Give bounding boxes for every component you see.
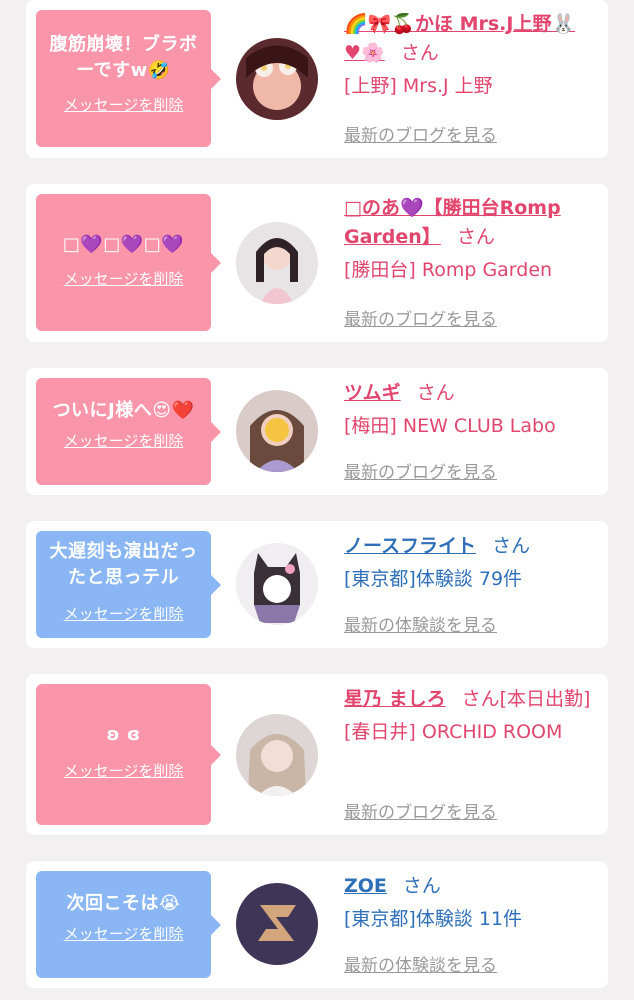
message-bubble: 腹筋崩壊！ブラボーですw🤣 メッセージを削除 — [36, 10, 221, 147]
honorific: さん — [456, 226, 495, 248]
message-bubble: 大遅刻も演出だったと思っテル メッセージを削除 — [36, 531, 221, 638]
avatar[interactable] — [236, 38, 318, 120]
profile-name-link[interactable]: ノースフライト — [344, 535, 476, 557]
profile-info: ノースフライト さん [東京都]体験談 79件 — [344, 531, 592, 594]
avatar[interactable] — [236, 543, 318, 625]
latest-blog-link[interactable]: 最新のブログを見る — [344, 305, 497, 330]
message-card: ついにJ様へ😍❤️ メッセージを削除 ツムギ さん [梅田] NEW CLUB L… — [26, 368, 608, 495]
profile-info: ツムギ さん [梅田] NEW CLUB Labo — [344, 378, 592, 441]
message-bubble: ʚ ɞ メッセージを削除 — [36, 684, 221, 825]
delete-message-link[interactable]: メッセージを削除 — [64, 430, 184, 451]
profile-name-link[interactable]: □のあ💜【勝田台Romp Garden】 — [344, 197, 561, 248]
profile-info: ZOE さん [東京都]体験談 11件 — [344, 871, 592, 934]
avatar[interactable] — [236, 714, 318, 796]
store-name: [梅田] NEW CLUB Labo — [344, 415, 556, 437]
honorific: さん — [416, 382, 455, 404]
store-name: [東京都]体験談 79件 — [344, 568, 523, 590]
message-text: ついにJ様へ😍❤️ — [52, 400, 195, 421]
latest-blog-link[interactable]: 最新のブログを見る — [344, 458, 497, 483]
message-text: ʚ ɞ — [106, 724, 141, 745]
profile-name-link[interactable]: 星乃 ましろ — [344, 688, 446, 710]
honorific: さん — [402, 875, 441, 897]
store-name: [東京都]体験談 11件 — [344, 908, 523, 930]
delete-message-link[interactable]: メッセージを削除 — [64, 94, 184, 115]
profile-name-link[interactable]: 🌈🎀🍒かほ Mrs.J上野🐰♥🌸 — [344, 13, 575, 64]
honorific: さん[本日出勤] — [461, 688, 591, 710]
store-name: [上野] Mrs.J 上野 — [344, 75, 493, 97]
profile-info: □のあ💜【勝田台Romp Garden】 さん [勝田台] Romp Garden — [344, 194, 592, 285]
message-text: 大遅刻も演出だったと思っテル — [49, 541, 198, 588]
message-card: □💜□💜□💜 メッセージを削除 □のあ💜【勝田台Romp Garden】 さん [… — [26, 184, 608, 342]
delete-message-link[interactable]: メッセージを削除 — [64, 923, 184, 944]
avatar[interactable] — [236, 390, 318, 472]
honorific: さん — [400, 42, 439, 64]
message-text: 次回こそは😭 — [66, 893, 181, 914]
avatar[interactable] — [236, 883, 318, 965]
profile-name-link[interactable]: ZOE — [344, 875, 387, 897]
profile-info: 🌈🎀🍒かほ Mrs.J上野🐰♥🌸 さん [上野] Mrs.J 上野 — [344, 10, 592, 101]
latest-blog-link[interactable]: 最新のブログを見る — [344, 121, 497, 146]
message-card: 腹筋崩壊！ブラボーですw🤣 メッセージを削除 🌈🎀🍒かほ Mrs.J上野🐰♥🌸 さ… — [26, 0, 608, 158]
store-name: [春日井] ORCHID ROOM — [344, 721, 563, 743]
latest-review-link[interactable]: 最新の体験談を見る — [344, 611, 497, 636]
delete-message-link[interactable]: メッセージを削除 — [64, 268, 184, 289]
profile-name-link[interactable]: ツムギ — [344, 382, 401, 404]
message-card: 大遅刻も演出だったと思っテル メッセージを削除 ノースフライト さん [東京都]体… — [26, 521, 608, 648]
profile-info: 星乃 ましろ さん[本日出勤] [春日井] ORCHID ROOM — [344, 684, 592, 747]
delete-message-link[interactable]: メッセージを削除 — [64, 603, 184, 624]
message-bubble: ついにJ様へ😍❤️ メッセージを削除 — [36, 378, 221, 485]
delete-message-link[interactable]: メッセージを削除 — [64, 760, 184, 781]
message-bubble: 次回こそは😭 メッセージを削除 — [36, 871, 221, 978]
message-bubble: □💜□💜□💜 メッセージを削除 — [36, 194, 221, 331]
message-text: □💜□💜□💜 — [62, 234, 185, 255]
honorific: さん — [492, 535, 531, 557]
latest-blog-link[interactable]: 最新のブログを見る — [344, 798, 497, 823]
store-name: [勝田台] Romp Garden — [344, 259, 553, 281]
avatar[interactable] — [236, 222, 318, 304]
message-card: ʚ ɞ メッセージを削除 星乃 ましろ さん[本日出勤] [春日井] ORCHID… — [26, 674, 608, 835]
latest-review-link[interactable]: 最新の体験談を見る — [344, 951, 497, 976]
message-text: 腹筋崩壊！ブラボーですw🤣 — [49, 34, 198, 81]
message-card: 次回こそは😭 メッセージを削除 ZOE さん [東京都]体験談 11件 最新の体験… — [26, 861, 608, 988]
